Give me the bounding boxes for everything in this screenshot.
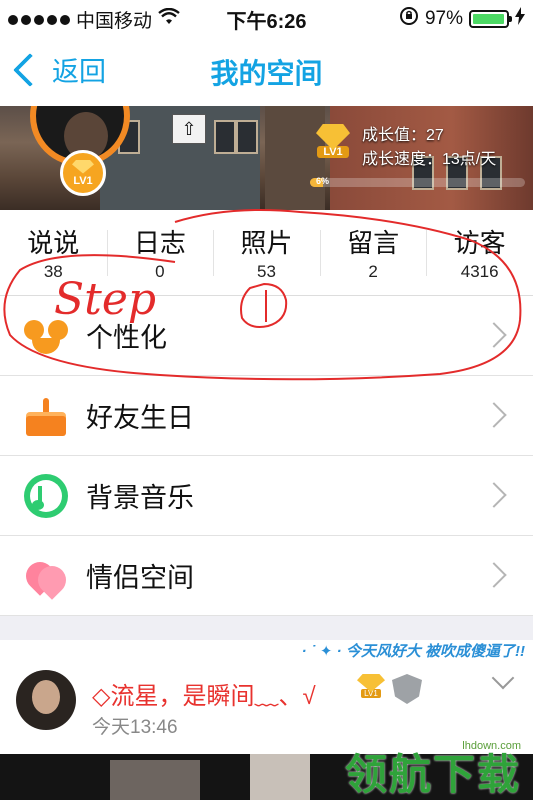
growth-value: 成长值：27 — [362, 127, 444, 144]
chevron-right-icon — [481, 562, 507, 588]
heart-icon — [20, 554, 72, 600]
level-badge[interactable]: LV1 — [60, 150, 106, 196]
stat-label: 说说 — [27, 228, 80, 258]
growth-progress-label: 6% — [316, 176, 330, 186]
stat-label: 日志 — [133, 228, 186, 258]
level-indicator: LV1 — [312, 124, 354, 158]
shield-icon — [392, 674, 422, 704]
stat-count: 4316 — [460, 262, 499, 281]
battery-icon — [469, 10, 512, 28]
menu-item-label: 好友生日 — [86, 403, 194, 433]
stat-visitors[interactable]: 访客 4316 — [426, 210, 533, 295]
status-bar: 中国移动 下午6:26 97% — [0, 0, 533, 36]
stat-count: 53 — [257, 262, 276, 281]
stat-photos[interactable]: 照片 53 — [213, 210, 320, 295]
banner-building — [265, 106, 325, 210]
menu-item-couple-space[interactable]: 情侣空间 — [0, 536, 533, 616]
navigation-bar: 返回 我的空间 — [0, 36, 533, 106]
menu-item-label: 情侣空间 — [86, 563, 194, 593]
crown-gem-icon — [72, 159, 94, 174]
watermark: lhdown.com 领航下载 — [345, 740, 521, 798]
section-divider — [0, 616, 533, 640]
one-way-sign-icon: ⇧ — [172, 114, 206, 144]
stat-count: 0 — [155, 262, 165, 281]
music-icon — [24, 473, 68, 518]
chevron-right-icon — [481, 482, 507, 508]
watermark-logo: 领航下载 — [344, 751, 521, 798]
cake-icon — [24, 394, 68, 438]
post-timestamp: 今天13:46 — [92, 717, 178, 738]
battery-percent: 97% — [424, 8, 463, 29]
stat-label: 留言 — [347, 228, 400, 258]
menu-item-friend-birthday[interactable]: 好友生日 — [0, 376, 533, 456]
stat-label: 访客 — [453, 228, 506, 258]
diamond-icon: LV1 — [356, 674, 386, 702]
post-author-name[interactable]: ◇流星，是瞬间﹏、√ — [92, 676, 316, 711]
post-badges: LV1 — [356, 674, 422, 704]
growth-progress-bar — [310, 178, 525, 187]
banner-window — [214, 120, 236, 154]
feed-post[interactable]: · ˙ ✦ · 今天风好大 被吹成傻逼了!! ◇流星，是瞬间﹏、√ LV1 今天… — [0, 640, 533, 754]
photo-region — [110, 760, 200, 800]
page-title: 我的空间 — [210, 58, 323, 89]
settings-menu: 个性化 好友生日 背景音乐 情侣空间 — [0, 296, 533, 616]
growth-info: 成长值：27 成长速度：13点/天 — [362, 124, 496, 172]
charging-icon — [515, 7, 525, 31]
status-right: 97% — [399, 6, 525, 32]
chevron-right-icon — [481, 402, 507, 428]
menu-item-label: 背景音乐 — [86, 483, 194, 513]
post-avatar[interactable] — [16, 670, 76, 730]
stat-messages[interactable]: 留言 2 — [319, 210, 427, 295]
chevron-right-icon — [481, 322, 507, 348]
photo-region — [250, 754, 310, 800]
profile-banner: ⇧ LV1 LV1 成长值：27 成长速度：13点/天 6% — [0, 106, 533, 210]
decoration-text: · ˙ ✦ · 今天风好大 被吹成傻逼了!! — [301, 643, 525, 660]
chevron-down-icon[interactable] — [491, 666, 515, 690]
stat-count: 2 — [368, 262, 378, 281]
banner-window — [236, 120, 258, 154]
stat-label: 照片 — [240, 228, 293, 258]
rotation-lock-icon — [399, 6, 419, 32]
level-badge-label: LV1 — [73, 174, 93, 187]
annotation-step-text: Step — [54, 274, 157, 325]
growth-speed: 成长速度：13点/天 — [362, 151, 497, 168]
battery-level — [473, 14, 505, 24]
menu-item-background-music[interactable]: 背景音乐 — [0, 456, 533, 536]
